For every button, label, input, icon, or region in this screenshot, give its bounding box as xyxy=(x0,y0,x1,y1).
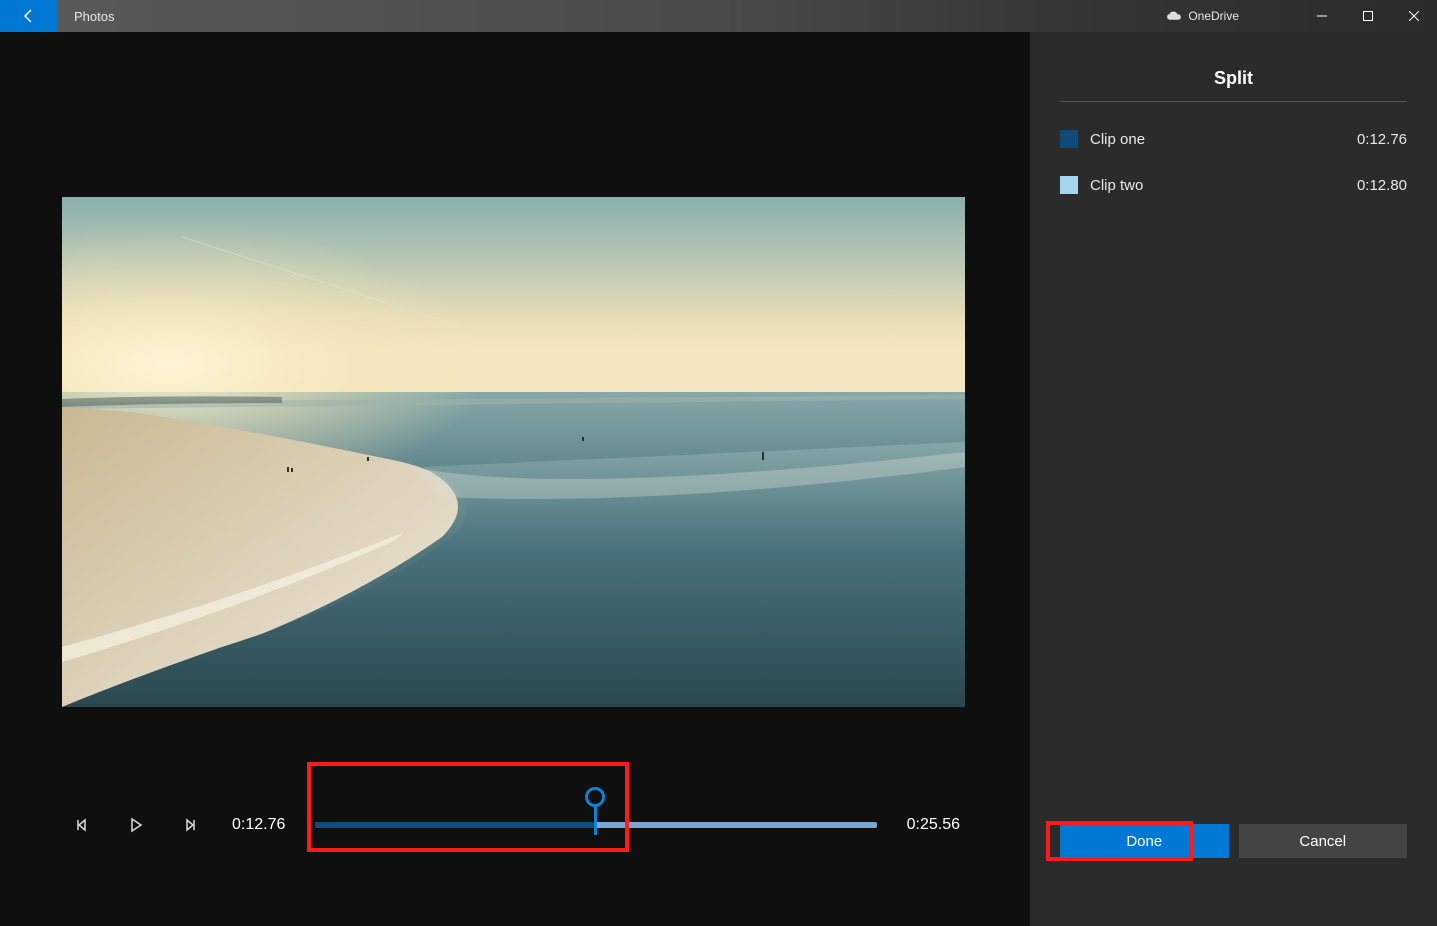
cloud-icon xyxy=(1166,11,1182,21)
minimize-icon xyxy=(1317,11,1327,21)
titlebar: Photos OneDrive xyxy=(0,0,1437,32)
play-button[interactable] xyxy=(124,813,148,837)
playhead[interactable] xyxy=(585,787,605,835)
clip-list: Clip one 0:12.76 Clip two 0:12.80 xyxy=(1060,130,1407,194)
clip-swatch-icon xyxy=(1060,176,1078,194)
video-pane: 0:12.76 0:25.56 xyxy=(0,32,1030,926)
clip-duration: 0:12.80 xyxy=(1357,177,1407,194)
maximize-button[interactable] xyxy=(1345,0,1391,32)
step-back-icon xyxy=(74,817,90,833)
play-icon xyxy=(128,817,144,833)
done-button[interactable]: Done xyxy=(1060,824,1229,858)
frame-forward-button[interactable] xyxy=(178,813,202,837)
back-button[interactable] xyxy=(0,0,58,32)
side-panel: Split Clip one 0:12.76 Clip two 0:12.80 … xyxy=(1030,32,1437,926)
current-time: 0:12.76 xyxy=(232,816,285,834)
close-icon xyxy=(1409,11,1419,21)
timeline-slider[interactable] xyxy=(315,805,876,845)
app-title: Photos xyxy=(74,9,114,24)
step-forward-icon xyxy=(182,817,198,833)
onedrive-indicator[interactable]: OneDrive xyxy=(1166,9,1239,23)
panel-title: Split xyxy=(1060,50,1407,102)
clip-row-one[interactable]: Clip one 0:12.76 xyxy=(1060,130,1407,148)
playhead-stem xyxy=(594,807,597,835)
timeline-fill xyxy=(315,822,595,828)
playback-controls: 0:12.76 0:25.56 xyxy=(70,805,960,845)
video-preview[interactable] xyxy=(62,197,965,707)
clip-row-two[interactable]: Clip two 0:12.80 xyxy=(1060,176,1407,194)
playhead-handle-icon xyxy=(585,787,605,807)
total-time: 0:25.56 xyxy=(907,816,960,834)
clip-duration: 0:12.76 xyxy=(1357,131,1407,148)
frame-back-button[interactable] xyxy=(70,813,94,837)
minimize-button[interactable] xyxy=(1299,0,1345,32)
video-frame-image xyxy=(62,197,965,707)
clip-swatch-icon xyxy=(1060,130,1078,148)
clip-name: Clip two xyxy=(1090,177,1143,194)
onedrive-label: OneDrive xyxy=(1188,9,1239,23)
maximize-icon xyxy=(1363,11,1373,21)
arrow-left-icon xyxy=(21,8,37,24)
cancel-button[interactable]: Cancel xyxy=(1239,824,1408,858)
clip-name: Clip one xyxy=(1090,131,1145,148)
close-button[interactable] xyxy=(1391,0,1437,32)
